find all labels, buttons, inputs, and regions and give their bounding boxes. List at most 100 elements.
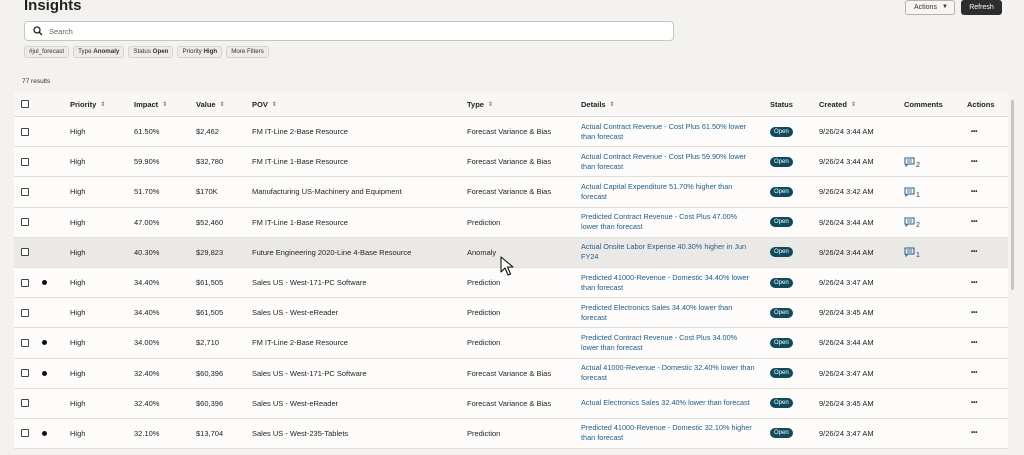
actions-cell[interactable]: ••• (971, 328, 977, 357)
details-cell[interactable]: Actual Onsite Labor Expense 40.30% highe… (581, 238, 756, 267)
details-link[interactable]: Predicted Electronics Sales 34.40% lower… (581, 303, 756, 323)
column-header-impact[interactable]: Impact ⇕ (134, 92, 167, 116)
comments-button[interactable]: 2 (904, 217, 920, 229)
table-row[interactable]: High 59.90% $32,780 FM IT-Line 1-Base Resou… (14, 147, 1008, 178)
details-link[interactable]: Actual Electronics Sales 32.40% lower th… (581, 398, 756, 408)
checkbox-cell[interactable] (21, 177, 29, 206)
more-actions-icon[interactable]: ••• (971, 340, 977, 346)
table-row[interactable]: High 34.00% $2,710 FM IT-Line 2-Base Resour… (14, 328, 1008, 359)
details-link[interactable]: Actual 41000-Revenue - Domestic 32.40% l… (581, 363, 756, 383)
search-input[interactable] (49, 24, 649, 38)
actions-cell[interactable]: ••• (971, 208, 977, 237)
comments-cell[interactable]: 1 (904, 238, 920, 267)
actions-cell[interactable]: ••• (971, 389, 977, 418)
details-cell[interactable]: Predicted Electronics Sales 34.40% lower… (581, 298, 756, 327)
more-actions-icon[interactable]: ••• (971, 129, 977, 135)
details-cell[interactable]: Actual 41000-Revenue - Domestic 32.40% l… (581, 359, 756, 388)
details-link[interactable]: Actual Capital Expenditure 51.70% higher… (581, 182, 756, 202)
actions-cell[interactable]: ••• (971, 419, 977, 448)
more-actions-icon[interactable]: ••• (971, 370, 977, 376)
table-row[interactable]: High 32.40% $60,396 Sales US - West-eReader… (14, 388, 1008, 419)
actions-cell[interactable]: ••• (971, 268, 977, 297)
more-actions-icon[interactable]: ••• (971, 400, 977, 406)
table-row[interactable]: High 32.10% $13,704 Sales US - West-235-Tab… (14, 418, 1008, 450)
more-actions-icon[interactable]: ••• (971, 280, 977, 286)
row-checkbox[interactable] (21, 369, 29, 378)
column-header-value[interactable]: Value ⇕ (196, 92, 225, 116)
comments-cell[interactable]: 2 (904, 147, 920, 176)
filter-chip[interactable]: Priority High (177, 46, 223, 58)
more-actions-icon[interactable]: ••• (971, 249, 977, 255)
details-cell[interactable]: Predicted 41000-Revenue - Domestic 32.10… (581, 419, 756, 448)
more-actions-icon[interactable]: ••• (971, 219, 977, 225)
details-cell[interactable]: Predicted Contract Revenue - Cost Plus 3… (581, 328, 756, 357)
details-cell[interactable]: Predicted 41000-Revenue - Domestic 34.40… (581, 268, 756, 297)
details-link[interactable]: Predicted Contract Revenue - Cost Plus 3… (581, 333, 756, 353)
checkbox-cell[interactable] (21, 238, 29, 267)
details-cell[interactable]: Predicted Contract Revenue - Cost Plus 4… (581, 208, 756, 237)
table-row[interactable]: High 34.40% $61,505 Sales US - West-eReader… (14, 298, 1008, 329)
details-link[interactable]: Actual Contract Revenue - Cost Plus 59.9… (581, 152, 756, 172)
filter-chip[interactable]: Status Open (128, 46, 174, 58)
more-actions-icon[interactable]: ••• (971, 310, 977, 316)
more-actions-icon[interactable]: ••• (971, 430, 977, 436)
more-actions-icon[interactable]: ••• (971, 159, 977, 165)
comments-cell[interactable]: 1 (904, 177, 920, 206)
row-checkbox[interactable] (21, 278, 29, 287)
actions-menu-button[interactable]: Actions ▼ (905, 0, 955, 15)
details-cell[interactable]: Actual Contract Revenue - Cost Plus 61.5… (581, 117, 756, 146)
column-header-priority[interactable]: Priority ⇕ (70, 92, 105, 116)
row-checkbox[interactable] (21, 157, 29, 166)
checkbox-cell[interactable] (21, 328, 29, 357)
row-checkbox[interactable] (21, 248, 29, 257)
details-link[interactable]: Predicted Contract Revenue - Cost Plus 4… (581, 212, 756, 232)
table-row[interactable]: High 61.50% $2,462 FM IT-Line 2-Base Resour… (14, 117, 1008, 148)
details-link[interactable]: Actual Onsite Labor Expense 40.30% highe… (581, 242, 756, 262)
row-checkbox[interactable] (21, 218, 29, 227)
row-checkbox[interactable] (21, 127, 29, 136)
filter-chip[interactable]: Type Anomaly (73, 46, 125, 58)
column-header-pov[interactable]: POV ⇕ (252, 92, 277, 116)
filter-chip[interactable]: #jul_forecast (24, 46, 70, 58)
checkbox-cell[interactable] (21, 419, 29, 448)
row-checkbox[interactable] (21, 308, 29, 317)
column-header-details[interactable]: Details ⇕ (581, 92, 615, 116)
actions-cell[interactable]: ••• (971, 117, 977, 146)
details-link[interactable]: Predicted 41000-Revenue - Domestic 32.10… (581, 423, 756, 443)
details-cell[interactable]: Actual Capital Expenditure 51.70% higher… (581, 177, 756, 206)
table-row[interactable]: High 32.40% $60,396 Sales US - West-171-PC … (14, 358, 1008, 389)
comments-button[interactable]: 1 (904, 187, 920, 199)
checkbox-cell[interactable] (21, 117, 29, 146)
checkbox-cell[interactable] (21, 147, 29, 176)
actions-cell[interactable]: ••• (971, 359, 977, 388)
details-cell[interactable]: Actual Electronics Sales 32.40% lower th… (581, 389, 756, 418)
column-header-created[interactable]: Created ⇕ (819, 92, 856, 116)
details-link[interactable]: Actual Contract Revenue - Cost Plus 61.5… (581, 122, 756, 142)
table-row[interactable]: High 47.00% $52,460 FM IT-Line 1-Base Resou… (14, 207, 1008, 238)
actions-cell[interactable]: ••• (971, 238, 977, 267)
actions-cell[interactable]: ••• (971, 298, 977, 327)
checkbox-cell[interactable] (21, 359, 29, 388)
comments-button[interactable]: 2 (904, 157, 920, 169)
checkbox-cell[interactable] (21, 208, 29, 237)
actions-cell[interactable]: ••• (971, 147, 977, 176)
row-checkbox[interactable] (21, 338, 29, 347)
row-checkbox[interactable] (21, 399, 29, 408)
vertical-scrollbar[interactable] (1011, 100, 1014, 290)
table-row[interactable]: High 51.70% $170K Manufacturing US-Machiner… (14, 177, 1008, 208)
comments-cell[interactable]: 2 (904, 208, 920, 237)
checkbox-cell[interactable] (21, 389, 29, 418)
details-cell[interactable]: Actual Contract Revenue - Cost Plus 59.9… (581, 147, 756, 176)
checkbox-cell[interactable] (21, 268, 29, 297)
checkbox-cell[interactable] (21, 298, 29, 327)
column-header-type[interactable]: Type ⇕ (467, 92, 493, 116)
more-actions-icon[interactable]: ••• (971, 189, 977, 195)
actions-cell[interactable]: ••• (971, 177, 977, 206)
row-checkbox[interactable] (21, 429, 29, 438)
details-link[interactable]: Predicted 41000-Revenue - Domestic 34.40… (581, 273, 756, 293)
row-checkbox[interactable] (21, 187, 29, 196)
refresh-button[interactable]: Refresh (961, 0, 1002, 15)
comments-button[interactable]: 1 (904, 247, 920, 259)
filter-chip[interactable]: More Filters (226, 46, 269, 58)
search-bar[interactable] (24, 21, 674, 41)
